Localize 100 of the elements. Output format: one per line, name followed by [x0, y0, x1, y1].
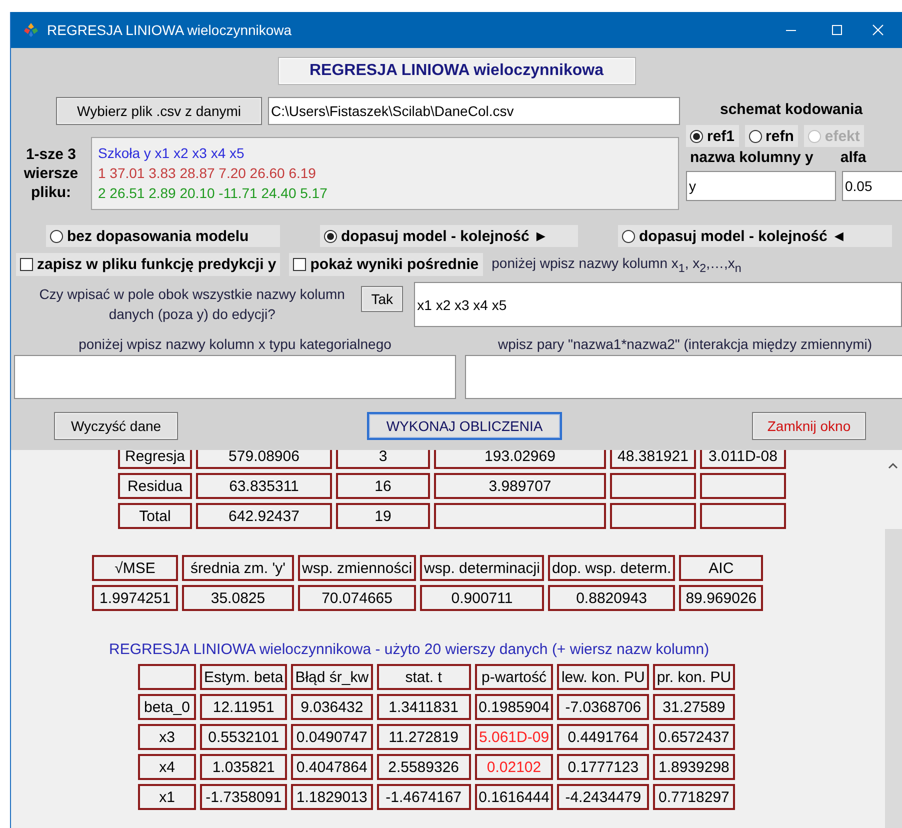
- table-cell: √MSE: [92, 555, 178, 581]
- table-cell: średnia zm. 'y': [182, 555, 294, 581]
- table-cell: x4: [138, 754, 196, 780]
- radio-button[interactable]: [622, 230, 635, 242]
- table-cell: 12.11951: [200, 694, 288, 720]
- table-cell: 1.8939298: [652, 754, 736, 780]
- table-cell: Residua: [118, 473, 192, 499]
- results-title: REGRESJA LINIOWA wieloczynnikowa - użyto 20 wierszy danych (+ wiersz nazw kolumn): [109, 641, 710, 658]
- field-label: alfa: [840, 149, 866, 167]
- alpha-field[interactable]: 0.05: [842, 171, 902, 201]
- table-cell: 0.5532101: [200, 724, 288, 750]
- table-cell: AIC: [679, 555, 764, 581]
- checkbox[interactable]: [293, 258, 306, 271]
- file-path-field[interactable]: C:\Users\Fistaszek\Scilab\DaneCol.csv: [268, 97, 680, 125]
- radio-button[interactable]: [690, 130, 703, 142]
- radio-option[interactable]: dopasuj model - kolejność ►: [320, 225, 578, 247]
- choose-file-button[interactable]: Wybierz plik .csv z danymi: [56, 97, 262, 125]
- table-cell: lew. kon. PU: [557, 664, 649, 690]
- table-cell: wsp. determinacji: [420, 555, 544, 581]
- close-icon[interactable]: [872, 24, 884, 36]
- table-cell: dop. wsp. determ.: [548, 555, 676, 581]
- field-label: nazwa kolumny y: [690, 149, 814, 167]
- table-cell: 0.1985904: [474, 694, 554, 720]
- table-cell: 642.92437: [196, 503, 332, 529]
- radio-option[interactable]: bez dopasowania modelu: [46, 225, 280, 247]
- table-cell: 70.074665: [298, 585, 416, 611]
- clear-button[interactable]: Wyczyść dane: [54, 412, 178, 440]
- table-cell: Estym. beta: [200, 664, 288, 690]
- table-cell: 0.7718297: [652, 784, 736, 810]
- field-label: poniżej wpisz nazwy kolumn x typu kategorialnego: [78, 336, 392, 353]
- table-cell: 3.011D-08: [700, 450, 786, 469]
- table-cell: -4.2434479: [557, 784, 649, 810]
- preview-line: 2 26.51 2.89 20.10 -11.71 24.40 5.17: [98, 184, 328, 203]
- hint-text: poniżej wpisz nazwy kolumn x$_{1}$, x$_{2}$,…,x$_{n}$: [492, 254, 742, 274]
- field-label: wpisz pary "nazwa1*nazwa2" (interakcja między zmiennymi): [496, 336, 874, 353]
- table-cell: 0.1777123: [557, 754, 649, 780]
- y-column-field[interactable]: y: [686, 171, 836, 201]
- checkbox-option[interactable]: pokaż wyniki pośrednie: [289, 253, 483, 276]
- table-cell: Total: [118, 503, 192, 529]
- table-cell: -1.7358091: [200, 784, 288, 810]
- question-text: Czy wpisać w pole obok wszystkie nazwy kolumn danych (poza y) do edycji?: [38, 285, 346, 324]
- table-cell: 1.1829013: [291, 784, 373, 810]
- table-cell: 19: [336, 503, 430, 529]
- table-cell: 0.1616444: [474, 784, 554, 810]
- table-cell: 193.02969: [434, 450, 606, 469]
- preview-line: 1 37.01 3.83 28.87 7.20 26.60 6.19: [98, 164, 317, 183]
- table-cell: 5.061D-09: [474, 724, 554, 750]
- table-cell: Błąd śr_kw: [291, 664, 373, 690]
- table-cell: -7.0368706: [557, 694, 649, 720]
- table-cell: p-wartość: [474, 664, 554, 690]
- header-label: REGRESJA LINIOWA wieloczynnikowa: [278, 57, 636, 85]
- table-cell: pr. kon. PU: [652, 664, 736, 690]
- table-cell: 1.3411831: [376, 694, 471, 720]
- window-title: REGRESJA LINIOWA wieloczynnikowa: [47, 22, 292, 38]
- radio-button[interactable]: [324, 230, 337, 242]
- table-cell: wsp. zmienności: [298, 555, 416, 581]
- x-columns-field[interactable]: x1 x2 x3 x4 x5: [414, 282, 902, 327]
- maximize-icon[interactable]: [831, 24, 843, 36]
- categorical-field[interactable]: [14, 355, 456, 399]
- radio-button[interactable]: [50, 230, 63, 242]
- empty-cell: [138, 664, 196, 690]
- table-cell: beta_0: [138, 694, 196, 720]
- table-cell: 3.989707: [434, 473, 606, 499]
- radio-button[interactable]: [748, 130, 762, 142]
- table-cell: 579.08906: [196, 450, 332, 469]
- table-cell: 0.4491764: [557, 724, 649, 750]
- scroll-up-icon[interactable]: [888, 462, 898, 469]
- coding-title: schemat kodowania: [720, 101, 864, 119]
- preview-label: 1-sze 3 wiersze pliku:: [22, 145, 80, 202]
- yes-button[interactable]: Tak: [361, 286, 404, 312]
- table-cell: -1.4674167: [376, 784, 471, 810]
- app-icon: [23, 22, 39, 38]
- table-cell: 0.4047864: [291, 754, 373, 780]
- table-cell: 35.0825: [182, 585, 294, 611]
- table-cell: 1.035821: [200, 754, 288, 780]
- table-cell: 89.969026: [679, 585, 764, 611]
- radio-option[interactable]: ref1: [686, 125, 739, 147]
- table-cell: 0.8820943: [548, 585, 676, 611]
- table-cell: 1.9974251: [92, 585, 178, 611]
- checkbox-option[interactable]: zapisz w pliku funkcję predykcji y: [16, 253, 280, 276]
- table-cell: Regresja: [118, 450, 192, 469]
- table-cell: x3: [138, 724, 196, 750]
- table-cell: 9.036432: [291, 694, 373, 720]
- checkbox[interactable]: [20, 258, 33, 271]
- table-cell: 0.02102: [474, 754, 554, 780]
- table-cell: 0.0490747: [291, 724, 373, 750]
- table-cell: 16: [336, 473, 430, 499]
- table-cell: 11.272819: [376, 724, 471, 750]
- close-button[interactable]: Zamknij okno: [752, 412, 866, 440]
- radio-option[interactable]: dopasuj model - kolejność ◄: [618, 225, 892, 247]
- table-cell: 31.27589: [652, 694, 736, 720]
- table-cell: 0.900711: [420, 585, 544, 611]
- interactions-field[interactable]: [465, 355, 902, 399]
- radio-option[interactable]: refn: [744, 125, 798, 147]
- calculate-button[interactable]: WYKONAJ OBLICZENIA: [367, 412, 562, 440]
- table-cell: 63.835311: [196, 473, 332, 499]
- table-cell: 0.6572437: [652, 724, 736, 750]
- table-cell: stat. t: [376, 664, 471, 690]
- table-cell: x1: [138, 784, 196, 810]
- table-cell: 48.381921: [610, 450, 696, 469]
